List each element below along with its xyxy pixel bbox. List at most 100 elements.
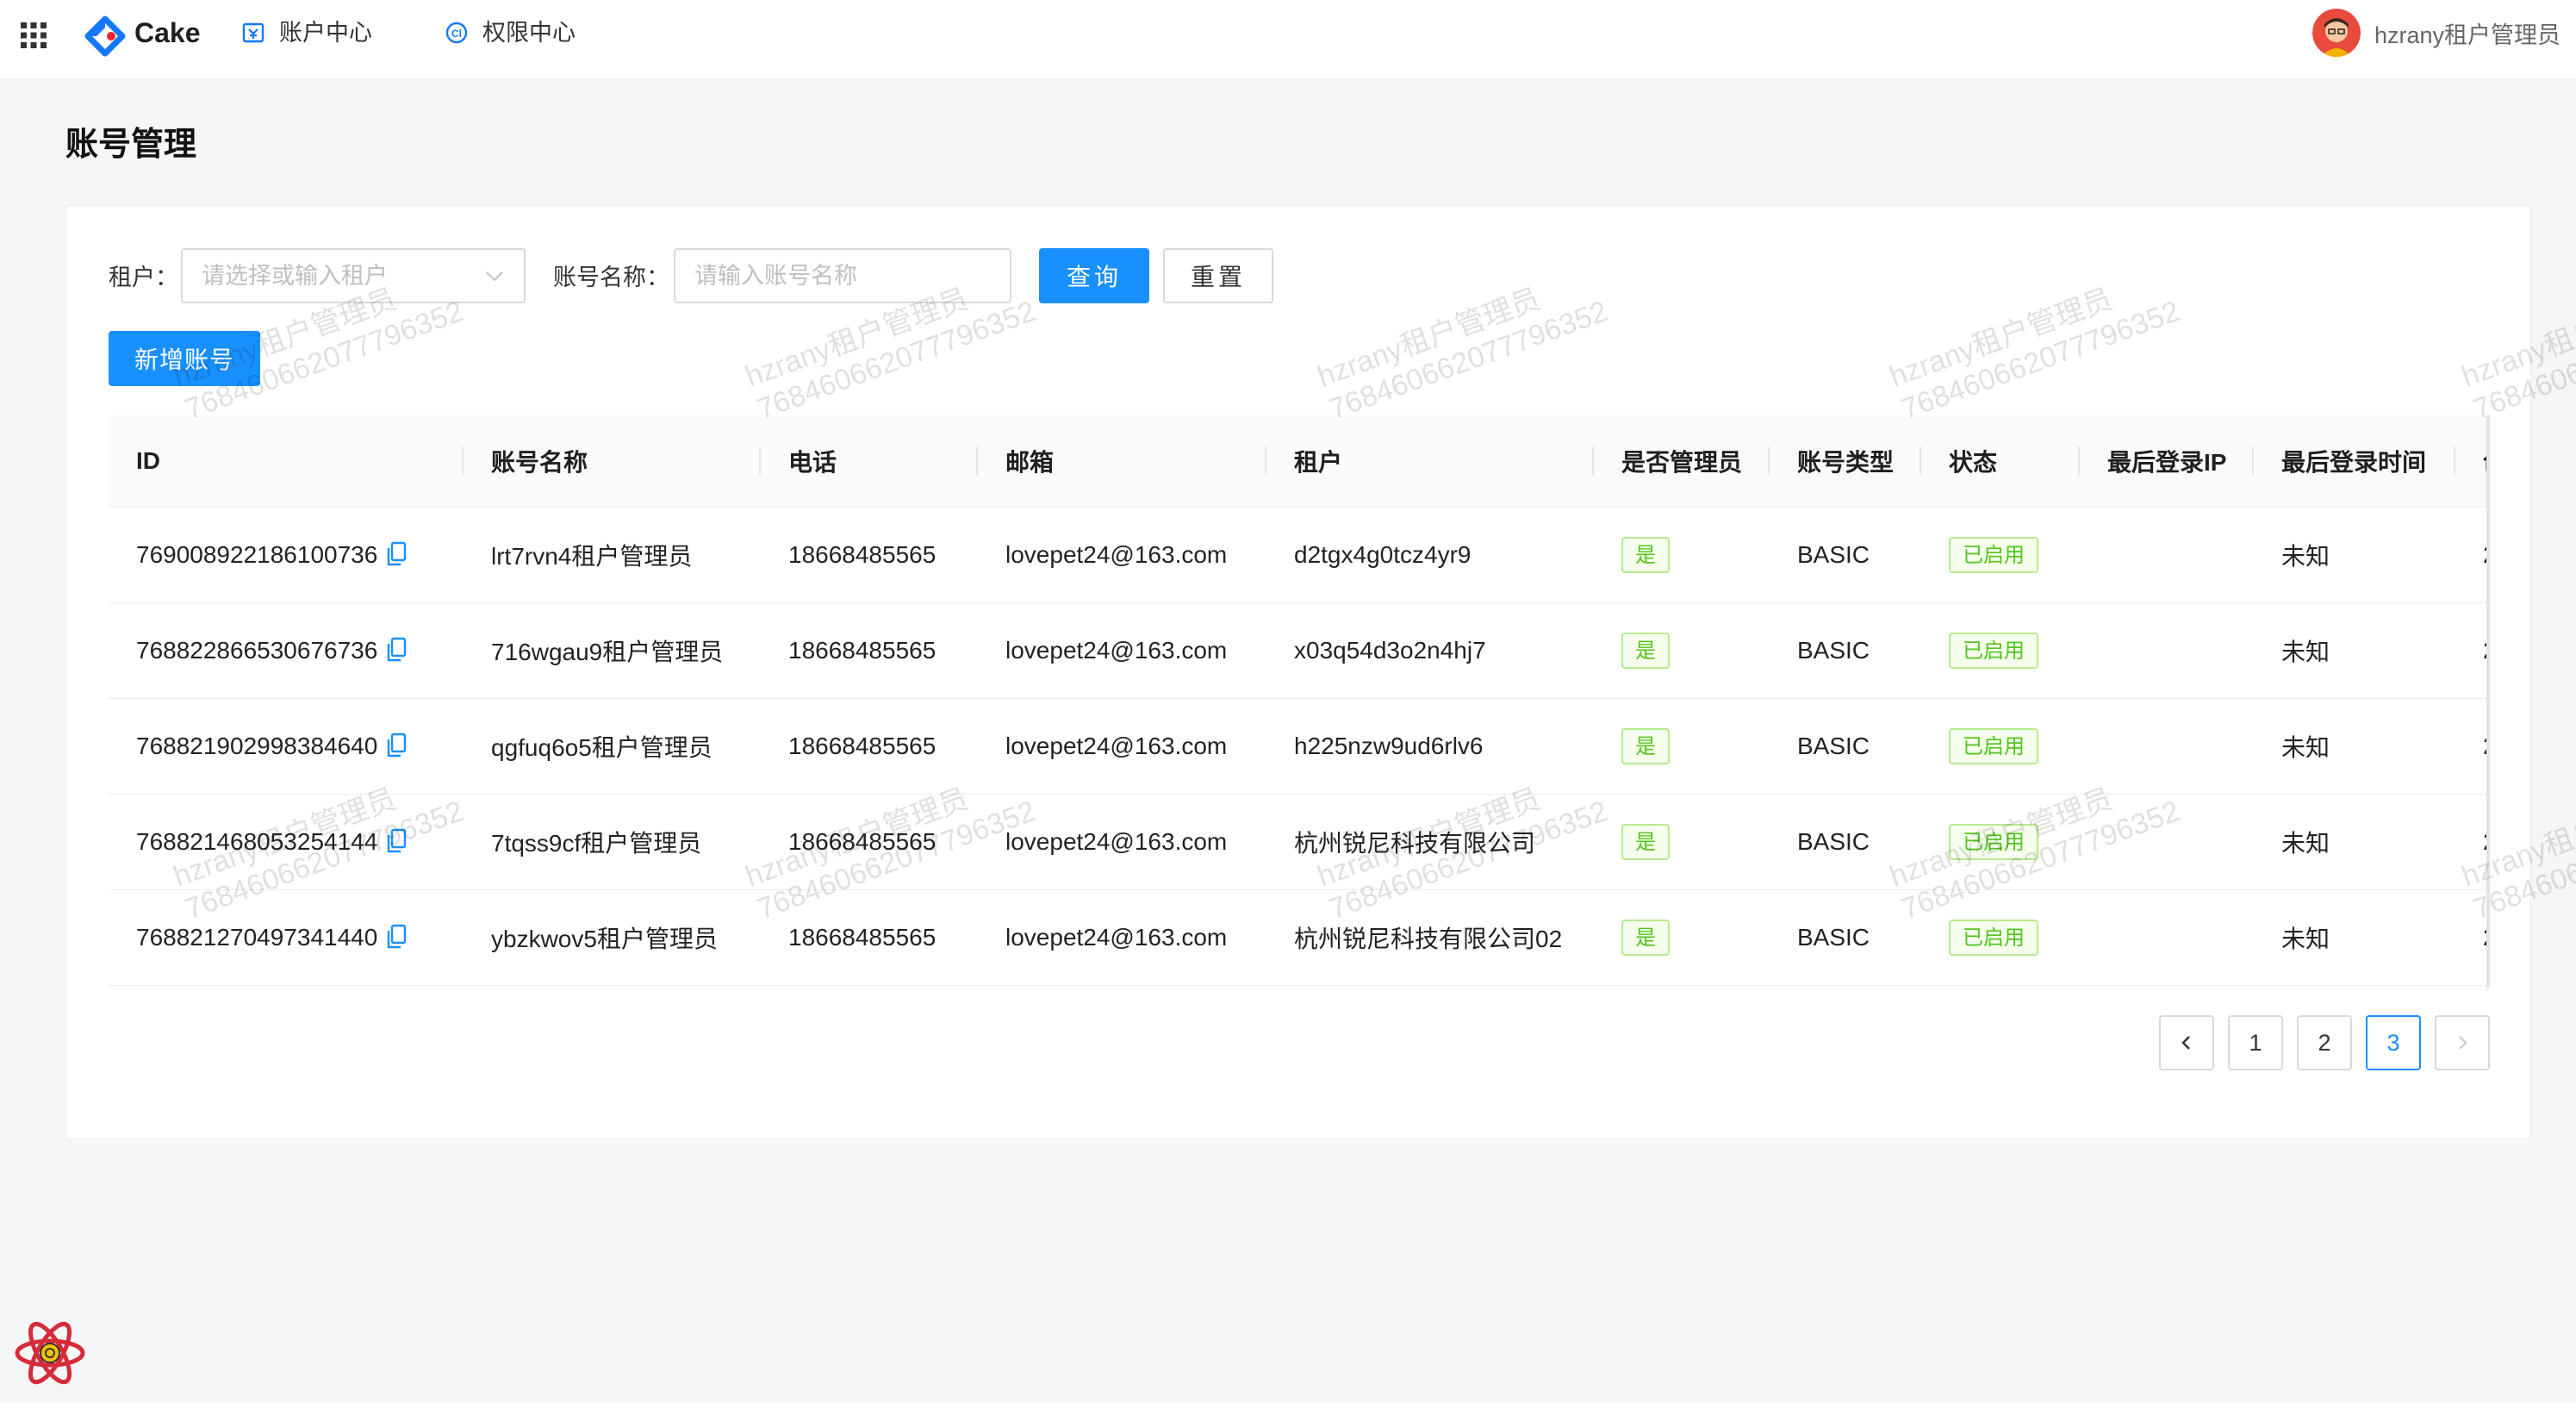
apps-grid-icon[interactable] [19, 21, 48, 50]
cell-created: 2 [2455, 698, 2490, 795]
nav-account-center[interactable]: 账户中心 [241, 14, 372, 52]
add-account-button[interactable]: 新增账号 [109, 331, 260, 386]
cell-phone: 18668485565 [761, 889, 978, 986]
cell-last-login-time: 未知 [2254, 794, 2455, 890]
account-name-filter-label: 账号名称： [553, 265, 669, 290]
admin-badge: 是 [1621, 727, 1670, 764]
cell-id: 768821468053254144 [109, 794, 464, 890]
cell-is-admin: 是 [1594, 602, 1770, 699]
cell-phone: 18668485565 [761, 507, 978, 603]
cell-last-login-ip [2080, 794, 2254, 890]
column-header-last-login-ip: 最后登录IP [2080, 415, 2254, 508]
copy-icon[interactable] [386, 828, 407, 854]
cell-last-login-ip [2080, 507, 2254, 603]
cell-last-login-time: 未知 [2254, 507, 2455, 603]
table-row: 768821468053254144 7tqss9cf租户管理员 1866848… [109, 794, 2490, 890]
cell-account-name: 716wgau9租户管理员 [464, 602, 761, 699]
cell-id: 768822866530676736 [109, 602, 464, 699]
cell-last-login-ip [2080, 889, 2254, 986]
cell-tenant: h225nzw9ud6rlv6 [1266, 698, 1594, 795]
cake-logo-icon[interactable] [84, 16, 126, 57]
cell-tenant: 杭州锐尼科技有限公司02 [1266, 889, 1594, 986]
column-header-label: 最后登录IP [2107, 448, 2227, 476]
cell-account-name: qgfuq6o5租户管理员 [464, 698, 761, 795]
column-header-tenant: 租户 [1266, 415, 1594, 508]
cell-last-login-ip [2080, 602, 2254, 699]
pagination-page-3-current[interactable]: 3 [2366, 1015, 2421, 1070]
cell-is-admin: 是 [1594, 794, 1770, 890]
query-button[interactable]: 查询 [1039, 248, 1149, 303]
copy-icon[interactable] [386, 733, 407, 758]
column-header-label: ID [136, 446, 160, 474]
cell-is-admin: 是 [1594, 698, 1770, 795]
cell-account-type: BASIC [1770, 507, 1921, 603]
column-header-label: 账号类型 [1797, 448, 1895, 476]
admin-badge: 是 [1621, 919, 1670, 956]
column-header-label: 账号名称 [491, 448, 588, 476]
cell-id: 768821270497341440 [109, 889, 464, 986]
react-atom-icon[interactable] [12, 1315, 88, 1391]
cell-last-login-time: 未知 [2254, 889, 2455, 986]
avatar-icon [2312, 9, 2361, 57]
pagination-next-button[interactable] [2435, 1015, 2490, 1070]
cell-account-type: BASIC [1770, 698, 1921, 795]
cell-email: lovepet24@163.com [978, 794, 1266, 890]
column-header-is-admin: 是否管理员 [1594, 415, 1770, 508]
top-navbar: Cake 账户中心 Cl 权限中心 hzrany租户管理员 [0, 0, 2576, 79]
cell-phone: 18668485565 [761, 698, 978, 795]
table-scrollbar[interactable] [2486, 415, 2490, 988]
admin-badge: 是 [1621, 632, 1670, 669]
pagination-page-2[interactable]: 2 [2297, 1015, 2352, 1070]
id-text: 769008922186100736 [136, 540, 378, 568]
cell-account-type: BASIC [1770, 602, 1921, 699]
column-header-status: 状态 [1921, 415, 2080, 508]
pagination-prev-button[interactable] [2159, 1015, 2214, 1070]
accounts-table: ID 账号名称 电话 邮箱 租户 是否管理员 账号类型 状态 最后登录IP 最后… [109, 415, 2490, 986]
cell-tenant: d2tgx4g0tcz4yr9 [1266, 507, 1594, 603]
column-header-label: 邮箱 [1005, 448, 1055, 476]
cell-is-admin: 是 [1594, 889, 1770, 986]
cell-account-name: 7tqss9cf租户管理员 [464, 794, 761, 890]
cell-id: 769008922186100736 [109, 507, 464, 603]
admin-badge: 是 [1621, 536, 1670, 573]
id-text: 768821468053254144 [136, 827, 378, 855]
accounts-table-container[interactable]: ID 账号名称 电话 邮箱 租户 是否管理员 账号类型 状态 最后登录IP 最后… [109, 415, 2490, 988]
cell-created: 2 [2455, 507, 2490, 603]
cell-account-name: ybzkwov5租户管理员 [464, 889, 761, 986]
cell-account-type: BASIC [1770, 794, 1921, 890]
cell-status: 已启用 [1921, 507, 2080, 603]
user-menu[interactable]: hzrany租户管理员 [2312, 7, 2560, 59]
chevron-right-icon [2459, 1036, 2467, 1050]
account-name-input[interactable] [674, 248, 1011, 303]
id-text: 768821270497341440 [136, 923, 378, 951]
cell-email: lovepet24@163.com [978, 602, 1266, 699]
column-header-label: 租户 [1294, 448, 1343, 476]
cell-phone: 18668485565 [761, 602, 978, 699]
tenant-filter-label: 租户： [109, 265, 178, 290]
column-header-phone: 电话 [761, 415, 978, 508]
reset-button[interactable]: 重置 [1163, 248, 1273, 303]
column-header-last-login-time: 最后登录时间 [2254, 415, 2455, 508]
svg-text:Cl: Cl [451, 28, 462, 40]
tenant-select[interactable]: 请选择或输入租户 [181, 248, 526, 303]
column-header-account-name: 账号名称 [464, 415, 761, 508]
column-header-label: 是否管理员 [1621, 448, 1743, 476]
brand-name[interactable]: Cake [134, 14, 201, 52]
cell-status: 已启用 [1921, 794, 2080, 890]
cell-email: lovepet24@163.com [978, 698, 1266, 795]
copy-icon[interactable] [386, 541, 407, 567]
column-header-label: 状态 [1949, 448, 1998, 476]
nav-permission-center[interactable]: Cl 权限中心 [445, 14, 576, 52]
table-row: 768821902998384640 qgfuq6o5租户管理员 1866848… [109, 698, 2490, 795]
pagination-page-1[interactable]: 1 [2228, 1015, 2283, 1070]
id-text: 768821902998384640 [136, 732, 378, 759]
cell-account-name: lrt7rvn4租户管理员 [464, 507, 761, 603]
chevron-left-icon [2181, 1036, 2190, 1050]
page-title: 账号管理 [65, 127, 197, 163]
account-icon [242, 22, 264, 43]
cell-created: 2 [2455, 794, 2490, 890]
copy-icon[interactable] [386, 924, 407, 950]
tenant-select-placeholder: 请选择或输入租户 [202, 263, 388, 289]
copy-icon[interactable] [386, 637, 407, 663]
column-header-created: 创 [2455, 415, 2490, 508]
